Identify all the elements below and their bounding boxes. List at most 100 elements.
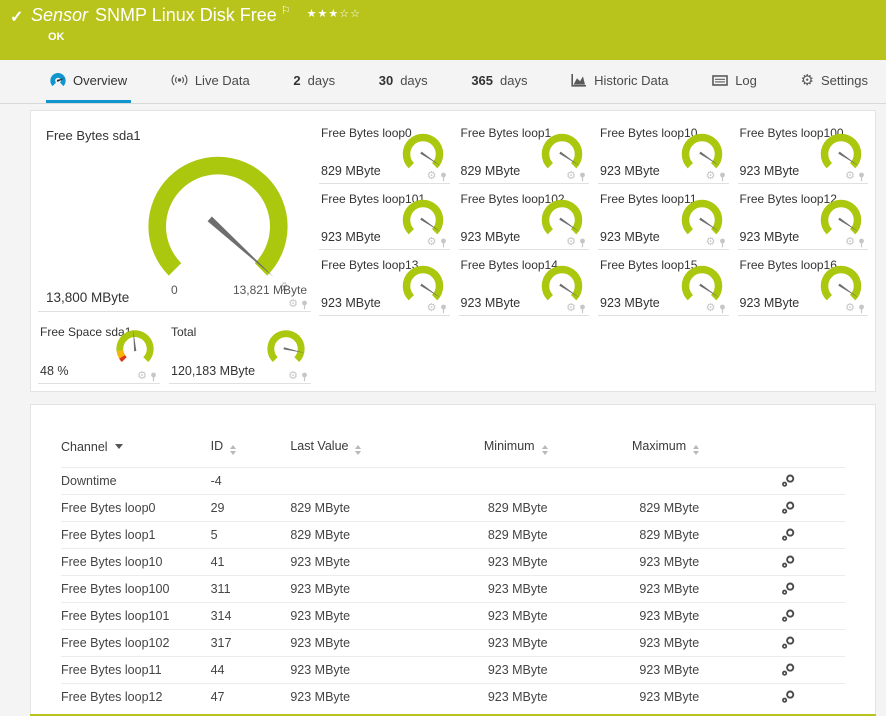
col-id[interactable]: ID	[211, 435, 291, 468]
channel-row: Free Bytes loop100311923 MByte923 MByte9…	[61, 576, 845, 603]
mini-gauge	[816, 127, 866, 177]
pin-icon[interactable]	[150, 372, 157, 382]
mini-gauge-value: 120,183 MByte	[171, 364, 255, 378]
channel-row: Free Bytes loop029829 MByte829 MByte829 …	[61, 495, 845, 522]
pin-icon[interactable]	[301, 300, 308, 310]
cell-min: 923 MByte	[462, 603, 548, 630]
page-title: SNMP Linux Disk Free	[95, 5, 277, 25]
cell-id: -4	[211, 468, 291, 495]
cell-actions	[699, 657, 845, 684]
cell-min: 923 MByte	[462, 684, 548, 711]
gauge-settings-icon[interactable]: ⚙	[706, 303, 716, 314]
gauge-cell-actions: ⚙	[427, 237, 447, 248]
cell-channel: Free Bytes loop100	[61, 576, 211, 603]
cell-min: 829 MByte	[462, 495, 548, 522]
mini-gauge-cell: Free Bytes loop0 829 MByte ⚙	[319, 118, 450, 184]
sensor-header: ✓ SensorSNMP Linux Disk Free⚐★★★☆☆ OK	[0, 0, 886, 60]
tab-30-days[interactable]: 30 days	[375, 60, 432, 103]
gauge-cell-actions: ⚙	[566, 237, 586, 248]
primary-gauge-title: Free Bytes sda1	[46, 128, 141, 143]
mini-gauge-value: 923 MByte	[461, 296, 521, 310]
col-channel[interactable]: Channel	[61, 435, 211, 468]
mini-gauge	[677, 259, 727, 309]
channel-settings-icon[interactable]	[781, 554, 796, 569]
cell-last: 923 MByte	[290, 630, 461, 657]
gauge-settings-icon[interactable]: ⚙	[566, 237, 576, 248]
gauge-settings-icon[interactable]: ⚙	[706, 237, 716, 248]
tab-log[interactable]: Log	[708, 60, 761, 103]
channel-settings-icon[interactable]	[781, 608, 796, 623]
gauge-settings-icon[interactable]: ⚙	[427, 237, 437, 248]
channel-row: Free Bytes loop1144923 MByte923 MByte923…	[61, 657, 845, 684]
channel-settings-icon[interactable]	[781, 473, 796, 488]
col-maximum[interactable]: Maximum	[548, 435, 700, 468]
status-check-icon: ✓	[10, 7, 23, 27]
pin-icon[interactable]	[440, 238, 447, 248]
pin-icon[interactable]	[858, 172, 865, 182]
channel-settings-icon[interactable]	[781, 689, 796, 704]
live-data-icon	[171, 73, 188, 87]
gauge-cell-actions: ⚙	[566, 171, 586, 182]
channel-settings-icon[interactable]	[781, 527, 796, 542]
pin-icon[interactable]	[858, 304, 865, 314]
gauge-settings-icon[interactable]: ⚙	[706, 171, 716, 182]
pin-icon[interactable]	[719, 304, 726, 314]
tab-overview[interactable]: Overview	[46, 60, 131, 103]
primary-gauge-column: Free Bytes sda1 x̄ 0 13,821 MByte 13,800…	[38, 118, 311, 384]
pin-icon[interactable]	[579, 304, 586, 314]
col-minimum[interactable]: Minimum	[462, 435, 548, 468]
sort-icon	[693, 445, 699, 455]
pin-icon[interactable]	[719, 238, 726, 248]
tab-historic-data[interactable]: Historic Data	[567, 60, 672, 103]
gauge-settings-icon[interactable]: ⚙	[566, 303, 576, 314]
gauge-settings-icon[interactable]: ⚙	[137, 371, 147, 382]
tab-2-days[interactable]: 2 days	[289, 60, 339, 103]
pin-icon[interactable]	[579, 172, 586, 182]
channel-settings-icon[interactable]	[781, 500, 796, 515]
sensor-title-line: SensorSNMP Linux Disk Free⚐★★★☆☆	[31, 4, 361, 26]
cell-last: 829 MByte	[290, 495, 461, 522]
channel-settings-icon[interactable]	[781, 635, 796, 650]
mini-gauge-cell: Free Bytes loop1 829 MByte ⚙	[459, 118, 590, 184]
flag-icon[interactable]: ⚐	[281, 5, 291, 17]
historic-data-icon	[571, 73, 587, 87]
channel-settings-icon[interactable]	[781, 662, 796, 677]
tab-365-days[interactable]: 365 days	[467, 60, 531, 103]
pin-icon[interactable]	[440, 304, 447, 314]
channel-row: Free Bytes loop1041923 MByte923 MByte923…	[61, 549, 845, 576]
mini-gauge-grid: Free Bytes loop0 829 MByte ⚙ Free Bytes …	[319, 118, 868, 384]
tab-live-data[interactable]: Live Data	[167, 60, 254, 103]
cell-channel: Free Bytes loop1	[61, 522, 211, 549]
cell-channel: Free Bytes loop12	[61, 684, 211, 711]
tab-settings[interactable]: ⚙ Settings	[797, 60, 872, 103]
mini-gauge-value: 923 MByte	[600, 296, 660, 310]
gauge-settings-icon[interactable]: ⚙	[288, 371, 298, 382]
gauge-settings-icon[interactable]: ⚙	[566, 171, 576, 182]
gauge-settings-icon[interactable]: ⚙	[845, 171, 855, 182]
cell-last	[290, 468, 461, 495]
mini-gauge	[537, 127, 587, 177]
pin-icon[interactable]	[579, 238, 586, 248]
cell-channel: Free Bytes loop11	[61, 657, 211, 684]
gauge-settings-icon[interactable]: ⚙	[845, 237, 855, 248]
gauge-settings-icon[interactable]: ⚙	[288, 299, 298, 310]
mini-gauge-cell: Free Bytes loop14 923 MByte ⚙	[459, 250, 590, 316]
channel-settings-icon[interactable]	[781, 581, 796, 596]
pin-icon[interactable]	[440, 172, 447, 182]
col-last-value[interactable]: Last Value	[290, 435, 461, 468]
mini-gauge-value: 829 MByte	[461, 164, 521, 178]
cell-min: 923 MByte	[462, 576, 548, 603]
pin-icon[interactable]	[301, 372, 308, 382]
gauge-settings-icon[interactable]: ⚙	[845, 303, 855, 314]
sort-icon	[230, 445, 236, 455]
pin-icon[interactable]	[719, 172, 726, 182]
primary-gauge-cell: Free Bytes sda1 x̄ 0 13,821 MByte 13,800…	[38, 118, 311, 312]
cell-actions	[699, 576, 845, 603]
cell-id: 5	[211, 522, 291, 549]
priority-stars[interactable]: ★★★☆☆	[307, 8, 361, 20]
gauge-settings-icon[interactable]: ⚙	[427, 171, 437, 182]
gauge-cell-actions: ⚙	[566, 303, 586, 314]
gauge-settings-icon[interactable]: ⚙	[427, 303, 437, 314]
pin-icon[interactable]	[858, 238, 865, 248]
gauge-cell-actions: ⚙	[137, 371, 157, 382]
